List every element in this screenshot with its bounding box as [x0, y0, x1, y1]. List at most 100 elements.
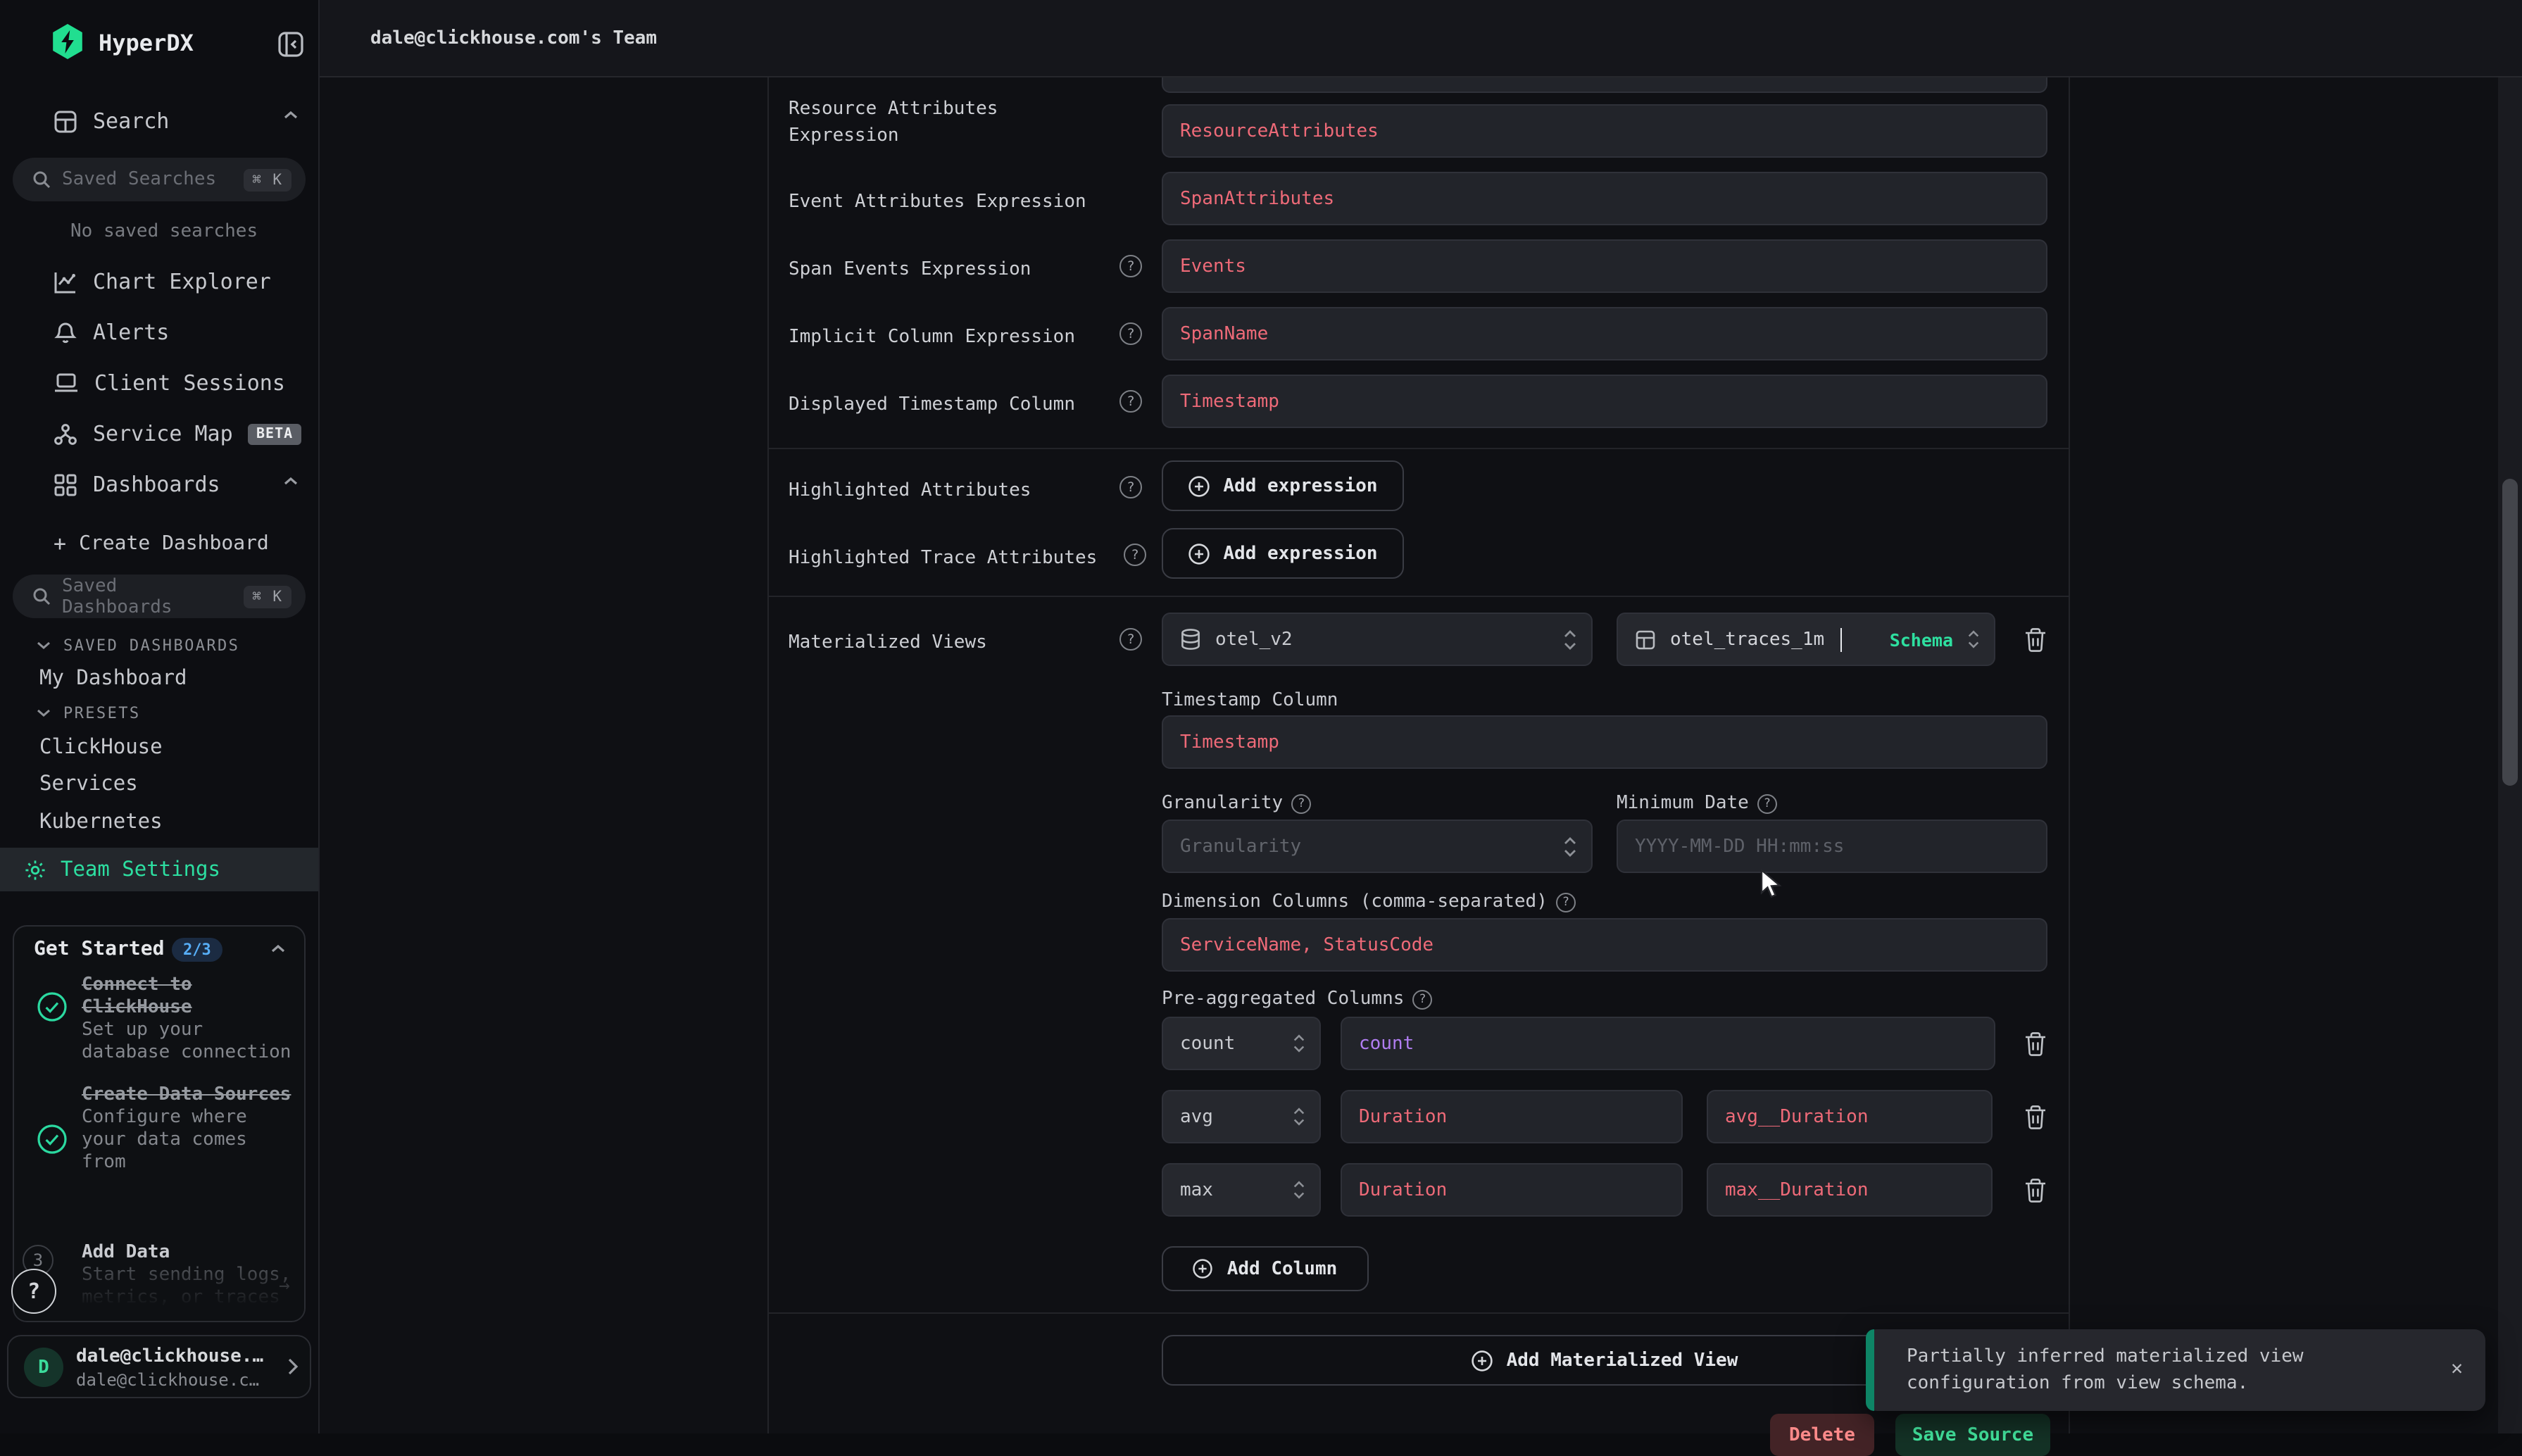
help-icon[interactable]: ? — [1119, 476, 1142, 498]
sidebar-item-my-dashboard[interactable]: My Dashboard — [39, 667, 187, 690]
mouse-cursor — [1760, 869, 1784, 900]
field-label: Displayed Timestamp Column — [789, 391, 1075, 418]
database-select[interactable]: otel_v2 — [1162, 613, 1593, 666]
topbar: dale@clickhouse.com's Team — [318, 0, 2522, 77]
aggregation-alias-input[interactable]: avg__Duration — [1707, 1090, 1993, 1143]
delete-column-trash-icon[interactable] — [2024, 1104, 2049, 1132]
help-icon[interactable]: ? — [1757, 793, 1777, 813]
sidebar-collapse-icon[interactable] — [277, 31, 304, 58]
chevron-up-down-icon — [1293, 1107, 1305, 1126]
aggregation-expr-input[interactable]: Duration — [1341, 1090, 1683, 1143]
user-name: dale@clickhouse.… — [76, 1346, 263, 1367]
arrow-right-icon: → — [279, 1276, 290, 1297]
gear-icon — [24, 858, 46, 881]
mv-timestamp-input[interactable]: Timestamp — [1162, 715, 2047, 769]
resource-attributes-input[interactable]: ResourceAttributes — [1162, 104, 2047, 158]
create-dashboard-button[interactable]: + Create Dashboard — [54, 531, 269, 556]
sidebar-item-search[interactable]: Search — [54, 106, 169, 137]
chevron-down-icon — [37, 641, 51, 651]
field-label: Resource Attributes Expression — [789, 96, 1035, 149]
delete-column-trash-icon[interactable] — [2024, 1177, 2049, 1205]
chevron-up-icon[interactable] — [270, 943, 286, 955]
event-attributes-input[interactable]: SpanAttributes — [1162, 172, 2047, 225]
search-nav-icon — [54, 109, 77, 133]
sidebar-item-services[interactable]: Services — [39, 773, 138, 796]
sidebar-item-chart-explorer[interactable]: Chart Explorer — [54, 266, 271, 297]
aggregation-expr-input[interactable]: count — [1341, 1017, 1995, 1070]
add-column-button[interactable]: Add Column — [1162, 1246, 1369, 1291]
aggregation-fn-select[interactable]: avg — [1162, 1090, 1321, 1143]
span-events-input[interactable]: Events — [1162, 239, 2047, 293]
step-title: Add Data — [82, 1242, 299, 1264]
divider — [767, 1312, 2069, 1314]
implicit-column-input[interactable]: SpanName — [1162, 307, 2047, 360]
sidebar-item-dashboards[interactable]: Dashboards — [54, 469, 220, 500]
sidebar-item-clickhouse[interactable]: ClickHouse — [39, 736, 163, 759]
get-started-item[interactable]: Connect to ClickHouse Set up your databa… — [82, 974, 299, 1065]
delete-button[interactable]: Delete — [1770, 1414, 1874, 1456]
minimum-date-input[interactable]: YYYY-MM-DD HH:mm:ss — [1617, 820, 2047, 873]
delete-view-trash-icon[interactable] — [2024, 627, 2049, 655]
add-expression-button[interactable]: Add expression — [1162, 460, 1404, 511]
saved-searches-input[interactable]: Saved Searches ⌘ K — [13, 158, 306, 201]
chevron-up-down-icon — [1967, 629, 1980, 649]
saved-dashboards-placeholder: Saved Dashboards — [62, 575, 232, 617]
help-icon[interactable]: ? — [1119, 255, 1142, 277]
help-icon[interactable]: ? — [1412, 989, 1432, 1009]
dimension-columns-input[interactable]: ServiceName, StatusCode — [1162, 918, 2047, 972]
chevron-up-icon[interactable] — [283, 110, 299, 121]
add-expression-button[interactable]: Add expression — [1162, 528, 1404, 579]
section-presets[interactable]: PRESETS — [37, 704, 141, 722]
sidebar-item-kubernetes[interactable]: Kubernetes — [39, 811, 163, 834]
hyperdx-logo-icon — [51, 24, 84, 61]
sidebar-item-label: Service Map — [93, 421, 233, 446]
help-icon[interactable]: ? — [1119, 390, 1142, 413]
help-icon[interactable]: ? — [1119, 628, 1142, 651]
help-icon[interactable]: ? — [1119, 322, 1142, 345]
field-label: Implicit Column Expression — [789, 324, 1075, 351]
sidebar-item-service-map[interactable]: Service Map — [54, 418, 233, 449]
field-label: Highlighted Attributes — [789, 477, 1031, 504]
save-source-button[interactable]: Save Source — [1895, 1414, 2050, 1456]
close-icon[interactable]: ✕ — [2451, 1357, 2463, 1380]
sidebar-item-client-sessions[interactable]: Client Sessions — [54, 368, 285, 398]
sub-label: Minimum Date? — [1617, 793, 1777, 814]
toast-notification: Partially inferred materialized view con… — [1866, 1329, 2485, 1411]
help-icon[interactable]: ? — [1291, 793, 1311, 813]
plus-circle-icon — [1188, 475, 1209, 496]
section-saved-dashboards[interactable]: SAVED DASHBOARDS — [37, 636, 239, 655]
beta-badge: BETA — [248, 424, 301, 445]
step-desc: Start sending logs, metrics, or traces — [82, 1264, 299, 1310]
aggregation-fn-select[interactable]: max — [1162, 1163, 1321, 1217]
divider — [767, 596, 2069, 597]
app-title: HyperDX — [99, 30, 194, 56]
displayed-timestamp-input[interactable]: Timestamp — [1162, 375, 2047, 428]
aggregation-fn-select[interactable]: count — [1162, 1017, 1321, 1070]
aggregation-alias-input[interactable]: max__Duration — [1707, 1163, 1993, 1217]
help-icon[interactable]: ? — [1124, 544, 1146, 566]
sidebar-item-label: Chart Explorer — [93, 269, 271, 294]
help-icon[interactable]: ? — [1556, 892, 1576, 912]
no-saved-searches-text: No saved searches — [70, 221, 258, 242]
laptop-icon — [54, 372, 79, 394]
schema-link[interactable]: Schema — [1890, 629, 1953, 650]
get-started-item[interactable]: Add Data Start sending logs, metrics, or… — [82, 1242, 299, 1310]
chevron-up-down-icon — [1563, 629, 1577, 650]
granularity-select[interactable]: Granularity — [1162, 820, 1593, 873]
scrollbar-thumb[interactable] — [2502, 479, 2518, 786]
sidebar-item-team-settings[interactable]: Team Settings — [0, 848, 318, 891]
user-card[interactable]: D dale@clickhouse.… dale@clickhouse.c… — [7, 1335, 311, 1398]
aggregation-expr-input[interactable]: Duration — [1341, 1163, 1683, 1217]
chevron-up-icon[interactable] — [283, 476, 299, 487]
delete-column-trash-icon[interactable] — [2024, 1031, 2049, 1059]
help-button[interactable]: ? — [11, 1269, 56, 1314]
get-started-item[interactable]: Create Data Sources Configure where your… — [82, 1084, 299, 1174]
view-table-combobox[interactable]: otel_traces_1m Schema — [1617, 613, 1995, 666]
sidebar-item-alerts[interactable]: Alerts — [54, 317, 169, 348]
sidebar-item-label: Client Sessions — [94, 370, 285, 396]
saved-dashboards-input[interactable]: Saved Dashboards ⌘ K — [13, 575, 306, 618]
sub-label: Pre-aggregated Columns? — [1162, 989, 1432, 1010]
chevron-up-down-icon — [1293, 1180, 1305, 1200]
sidebar-item-label: Alerts — [93, 320, 169, 345]
table-icon — [1635, 629, 1656, 650]
